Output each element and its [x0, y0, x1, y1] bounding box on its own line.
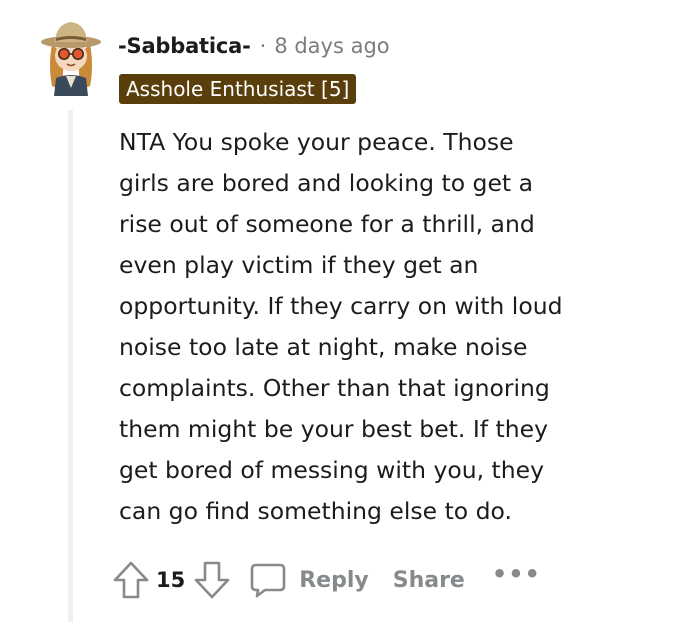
- comment-header: -Sabbatica- · 8 days ago: [118, 34, 390, 58]
- snoo-avatar-icon: [41, 22, 101, 96]
- more-options-button[interactable]: •••: [492, 560, 541, 588]
- comment-body: NTA You spoke your peace. Those girls ar…: [119, 122, 679, 532]
- upvote-arrow-icon: [113, 561, 149, 599]
- downvote-arrow-icon: [194, 561, 230, 599]
- share-label: Share: [392, 567, 465, 593]
- comment-action-bar: 15 Reply Share •••: [112, 556, 541, 604]
- username-link[interactable]: -Sabbatica-: [118, 34, 251, 58]
- reply-button[interactable]: Reply: [249, 561, 369, 599]
- reply-label: Reply: [299, 567, 369, 593]
- comment-body-line: rise out of someone for a thrill, and: [119, 210, 535, 238]
- thread-collapse-line[interactable]: [68, 110, 73, 622]
- comment-body-line: even play victim if they get an: [119, 251, 479, 279]
- comment-body-line: them might be your best bet. If they: [119, 415, 548, 443]
- avatar[interactable]: [38, 14, 104, 96]
- comment-body-line: girls are bored and looking to get a: [119, 169, 534, 197]
- comment-body-line: get bored of messing with you, they: [119, 456, 545, 484]
- share-button[interactable]: Share: [393, 568, 465, 593]
- vote-count: 15: [156, 568, 186, 592]
- comment-body-line: complaints. Other than that ignoring: [119, 374, 550, 402]
- speech-bubble-icon: [250, 563, 286, 598]
- downvote-button[interactable]: [193, 560, 231, 600]
- comment-body-line: noise too late at night, make noise: [119, 333, 528, 361]
- upvote-button[interactable]: [112, 560, 150, 600]
- separator-dot: ·: [259, 34, 267, 58]
- comment-body-line: can go find something else to do.: [119, 497, 512, 525]
- timestamp[interactable]: 8 days ago: [274, 34, 389, 58]
- user-flair-badge: Asshole Enthusiast [5]: [119, 74, 357, 104]
- comment-body-line: NTA You spoke your peace. Those: [119, 128, 514, 156]
- comment-body-line: opportunity. If they carry on with loud: [119, 292, 563, 320]
